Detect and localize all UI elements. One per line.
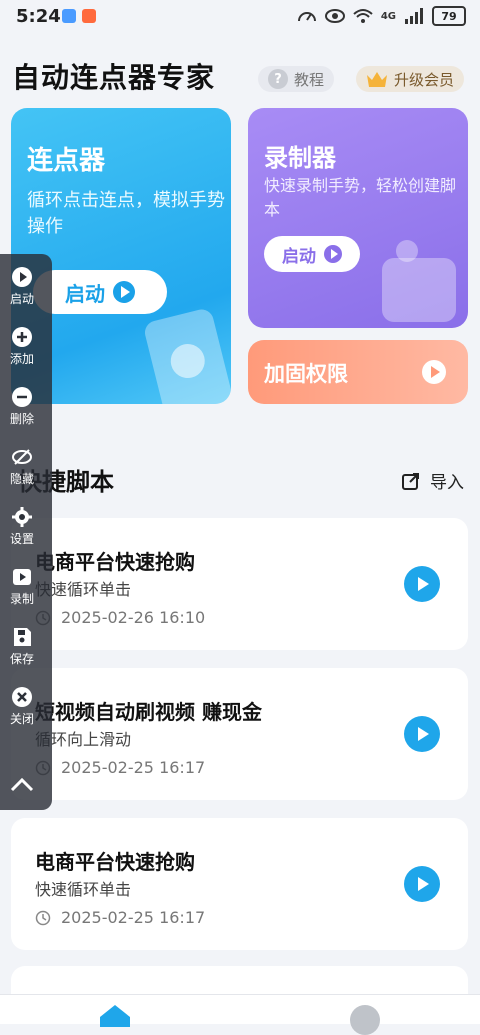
run-script-button[interactable] [404, 566, 440, 602]
import-label: 导入 [430, 473, 464, 493]
toolbar-label: 保存 [9, 651, 34, 666]
save-icon [14, 627, 31, 646]
recorder-start-button[interactable]: 启动 [264, 236, 360, 272]
play-icon [12, 266, 32, 287]
gear-icon [12, 506, 32, 527]
recorder-title: 录制器 [264, 144, 336, 172]
toolbar-label: 录制 [9, 591, 34, 606]
floating-toolbar: 启动 添加 删除 隐藏 设置 录制 保存 关闭 [0, 254, 52, 810]
plus-icon [12, 326, 32, 347]
import-icon [402, 472, 419, 490]
bottom-navigation [0, 994, 480, 1035]
eye-icon [324, 9, 345, 23]
record-icon [13, 568, 31, 585]
script-card[interactable]: 短视频自动刷视频 赚现金 循环向上滑动 2025-02-25 16:17 [11, 668, 468, 800]
toolbar-start-button[interactable]: 启动 [0, 258, 44, 314]
status-icons: 4G 79 [297, 6, 466, 26]
clicker-description: 循环点击连点，模拟手势操作 [27, 190, 225, 237]
permission-title: 加固权限 [264, 362, 348, 386]
clicker-start-label: 启动 [65, 281, 105, 306]
eye-off-icon [12, 448, 32, 465]
script-name: 电商平台快速抢购 [35, 550, 195, 574]
script-date: 2025-02-26 16:10 [35, 608, 205, 627]
home-icon[interactable] [100, 1005, 130, 1027]
toolbar-delete-button[interactable]: 删除 [0, 378, 44, 434]
script-date: 2025-02-25 16:17 [35, 758, 205, 777]
run-script-button[interactable] [404, 716, 440, 752]
toolbar-save-button[interactable]: 保存 [0, 618, 44, 674]
toolbar-label: 设置 [9, 531, 34, 546]
toolbar-label: 启动 [9, 291, 34, 306]
question-icon: ? [268, 69, 288, 89]
phone-tap-illustration [142, 306, 231, 404]
crown-icon [367, 72, 387, 87]
play-icon [113, 281, 135, 303]
play-icon [324, 245, 342, 263]
wifi-icon [353, 9, 373, 23]
upgrade-vip-button[interactable]: 升级会员 [356, 66, 465, 92]
clock-icon [35, 910, 51, 925]
toolbar-settings-button[interactable]: 设置 [0, 498, 44, 554]
import-button[interactable]: 导入 [402, 468, 464, 493]
chevron-up-icon [10, 777, 34, 792]
script-date-text: 2025-02-25 16:17 [61, 908, 206, 927]
script-card-partial[interactable] [11, 966, 468, 996]
toolbar-label: 添加 [9, 351, 34, 366]
script-date: 2025-02-25 16:17 [35, 908, 205, 927]
recorder-start-label: 启动 [282, 246, 316, 267]
app-header: 自动连点器专家 ? 教程 升级会员 [0, 56, 480, 102]
page-title: 自动连点器专家 [12, 61, 216, 94]
script-date-text: 2025-02-26 16:10 [61, 608, 206, 627]
toolbar-add-button[interactable]: 添加 [0, 318, 44, 374]
notification-app-icon [82, 9, 96, 23]
tutorial-button[interactable]: ? 教程 [258, 66, 335, 92]
script-card[interactable]: 电商平台快速抢购 快速循环单击 2025-02-26 16:10 [11, 518, 468, 650]
script-description: 快速循环单击 [35, 880, 132, 899]
recorder-card[interactable]: 录制器 快速录制手势，轻松创建脚本 启动 [248, 108, 468, 328]
arrow-right-icon [422, 360, 446, 384]
battery-level: 79 [432, 6, 466, 26]
script-date-text: 2025-02-25 16:17 [61, 758, 206, 777]
toolbar-collapse-button[interactable] [0, 762, 44, 806]
status-bar: 5:24 4G 79 [0, 0, 480, 34]
notification-app-icon [62, 9, 76, 23]
signal-icon [405, 8, 423, 24]
minus-icon [12, 386, 32, 407]
toolbar-label: 隐藏 [9, 471, 34, 486]
recorder-description: 快速录制手势，轻松创建脚本 [264, 176, 457, 219]
status-time: 5:24 [16, 6, 61, 27]
toolbar-label: 删除 [9, 411, 34, 426]
script-name: 短视频自动刷视频 赚现金 [35, 700, 262, 724]
network-type: 4G [380, 10, 396, 22]
reinforce-permission-card[interactable]: 加固权限 [248, 340, 468, 404]
toolbar-hide-button[interactable]: 隐藏 [0, 438, 44, 494]
clicker-title: 连点器 [27, 146, 106, 176]
clicker-start-button[interactable]: 启动 [33, 270, 167, 314]
script-name: 电商平台快速抢购 [35, 850, 195, 874]
close-icon [12, 686, 32, 707]
camera-illustration [382, 240, 456, 322]
toolbar-label: 关闭 [9, 711, 34, 726]
toolbar-record-button[interactable]: 录制 [0, 558, 44, 614]
vip-label: 升级会员 [394, 70, 455, 89]
script-card[interactable]: 电商平台快速抢购 快速循环单击 2025-02-25 16:17 [11, 818, 468, 950]
speed-icon [297, 12, 316, 22]
toolbar-close-button[interactable]: 关闭 [0, 678, 44, 734]
run-script-button[interactable] [404, 866, 440, 902]
tutorial-label: 教程 [294, 70, 325, 89]
profile-icon[interactable] [350, 1005, 380, 1035]
